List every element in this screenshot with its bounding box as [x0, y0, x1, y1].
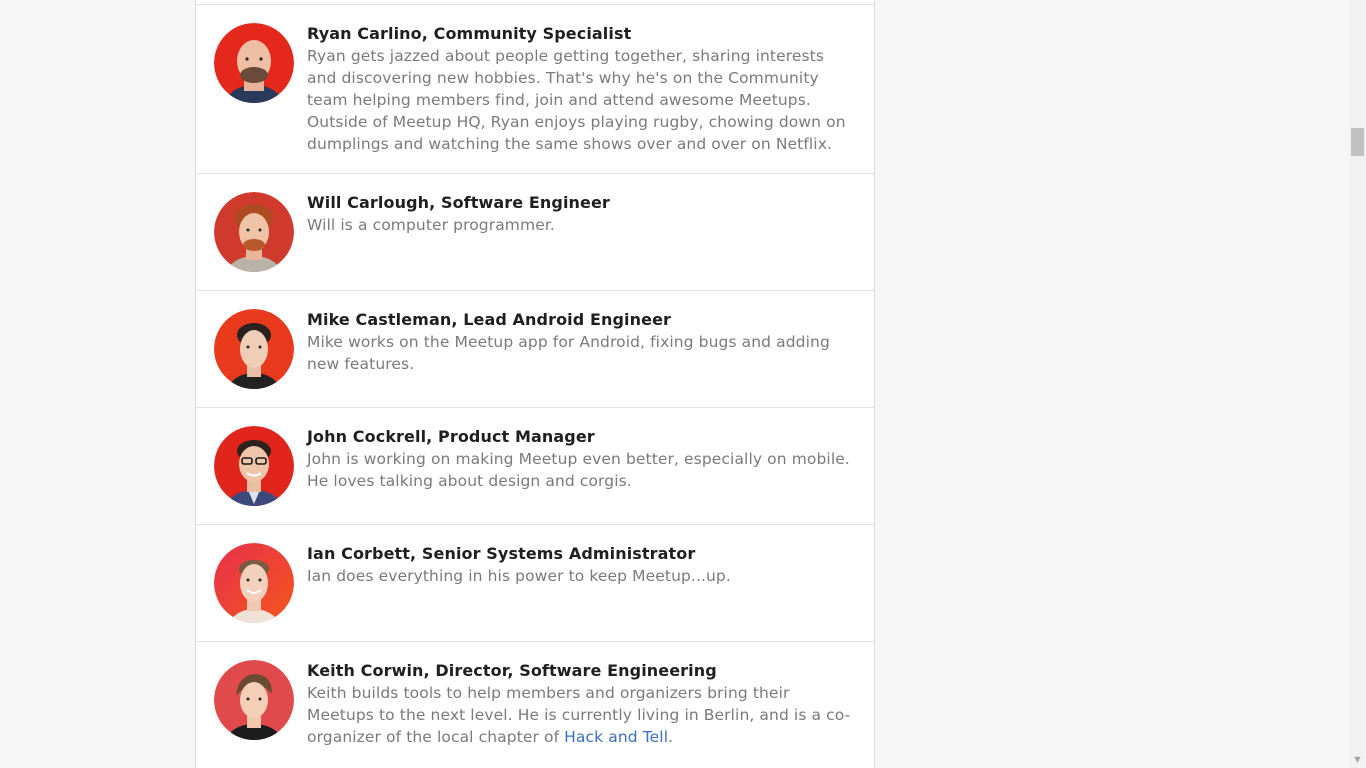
scroll-down-arrow-icon[interactable]: ▼: [1349, 754, 1366, 766]
avatar: [214, 309, 294, 389]
page: Ryan Carlino, Community Specialist Ryan …: [0, 0, 1366, 768]
avatar: [214, 543, 294, 623]
person-bio: Mike works on the Meetup app for Android…: [307, 333, 830, 373]
team-member-item: Mike Castleman, Lead Android Engineer Mi…: [196, 291, 874, 408]
avatar: [214, 23, 294, 103]
person-text: John Cockrell, Product Manager John is w…: [307, 426, 856, 492]
person-bio: Keith builds tools to help members and o…: [307, 682, 856, 748]
avatar: [214, 660, 294, 740]
hack-and-tell-link[interactable]: Hack and Tell: [564, 728, 668, 746]
person-text: Mike Castleman, Lead Android Engineer Mi…: [307, 309, 856, 375]
person-name: John Cockrell, Product Manager: [307, 427, 595, 446]
team-member-list: Ryan Carlino, Community Specialist Ryan …: [196, 5, 874, 768]
vertical-scrollbar[interactable]: ▼: [1349, 0, 1366, 768]
person-bio: Ian does everything in his power to keep…: [307, 567, 731, 585]
team-member-item: Will Carlough, Software Engineer Will is…: [196, 174, 874, 291]
team-member-item: Ian Corbett, Senior Systems Administrato…: [196, 525, 874, 642]
avatar: [214, 426, 294, 506]
person-text: Will Carlough, Software Engineer Will is…: [307, 192, 856, 236]
person-bio: Will is a computer programmer.: [307, 216, 555, 234]
person-text: Ian Corbett, Senior Systems Administrato…: [307, 543, 856, 587]
person-text: Keith Corwin, Director, Software Enginee…: [307, 660, 856, 748]
person-name: Keith Corwin, Director, Software Enginee…: [307, 661, 717, 680]
person-name: Mike Castleman, Lead Android Engineer: [307, 310, 672, 329]
person-text: Ryan Carlino, Community Specialist Ryan …: [307, 23, 856, 155]
team-member-item: Ryan Carlino, Community Specialist Ryan …: [196, 5, 874, 174]
team-member-item: John Cockrell, Product Manager John is w…: [196, 408, 874, 525]
team-list-card: Ryan Carlino, Community Specialist Ryan …: [195, 0, 875, 768]
person-bio-end: .: [668, 728, 674, 746]
person-name: Will Carlough, Software Engineer: [307, 193, 610, 212]
avatar: [214, 192, 294, 272]
person-name: Ryan Carlino, Community Specialist: [307, 24, 632, 43]
person-bio: Ryan gets jazzed about people getting to…: [307, 47, 846, 153]
person-name: Ian Corbett, Senior Systems Administrato…: [307, 544, 696, 563]
team-member-item: Keith Corwin, Director, Software Enginee…: [196, 642, 874, 768]
person-bio: John is working on making Meetup even be…: [307, 450, 850, 490]
scrollbar-thumb[interactable]: [1351, 128, 1364, 156]
